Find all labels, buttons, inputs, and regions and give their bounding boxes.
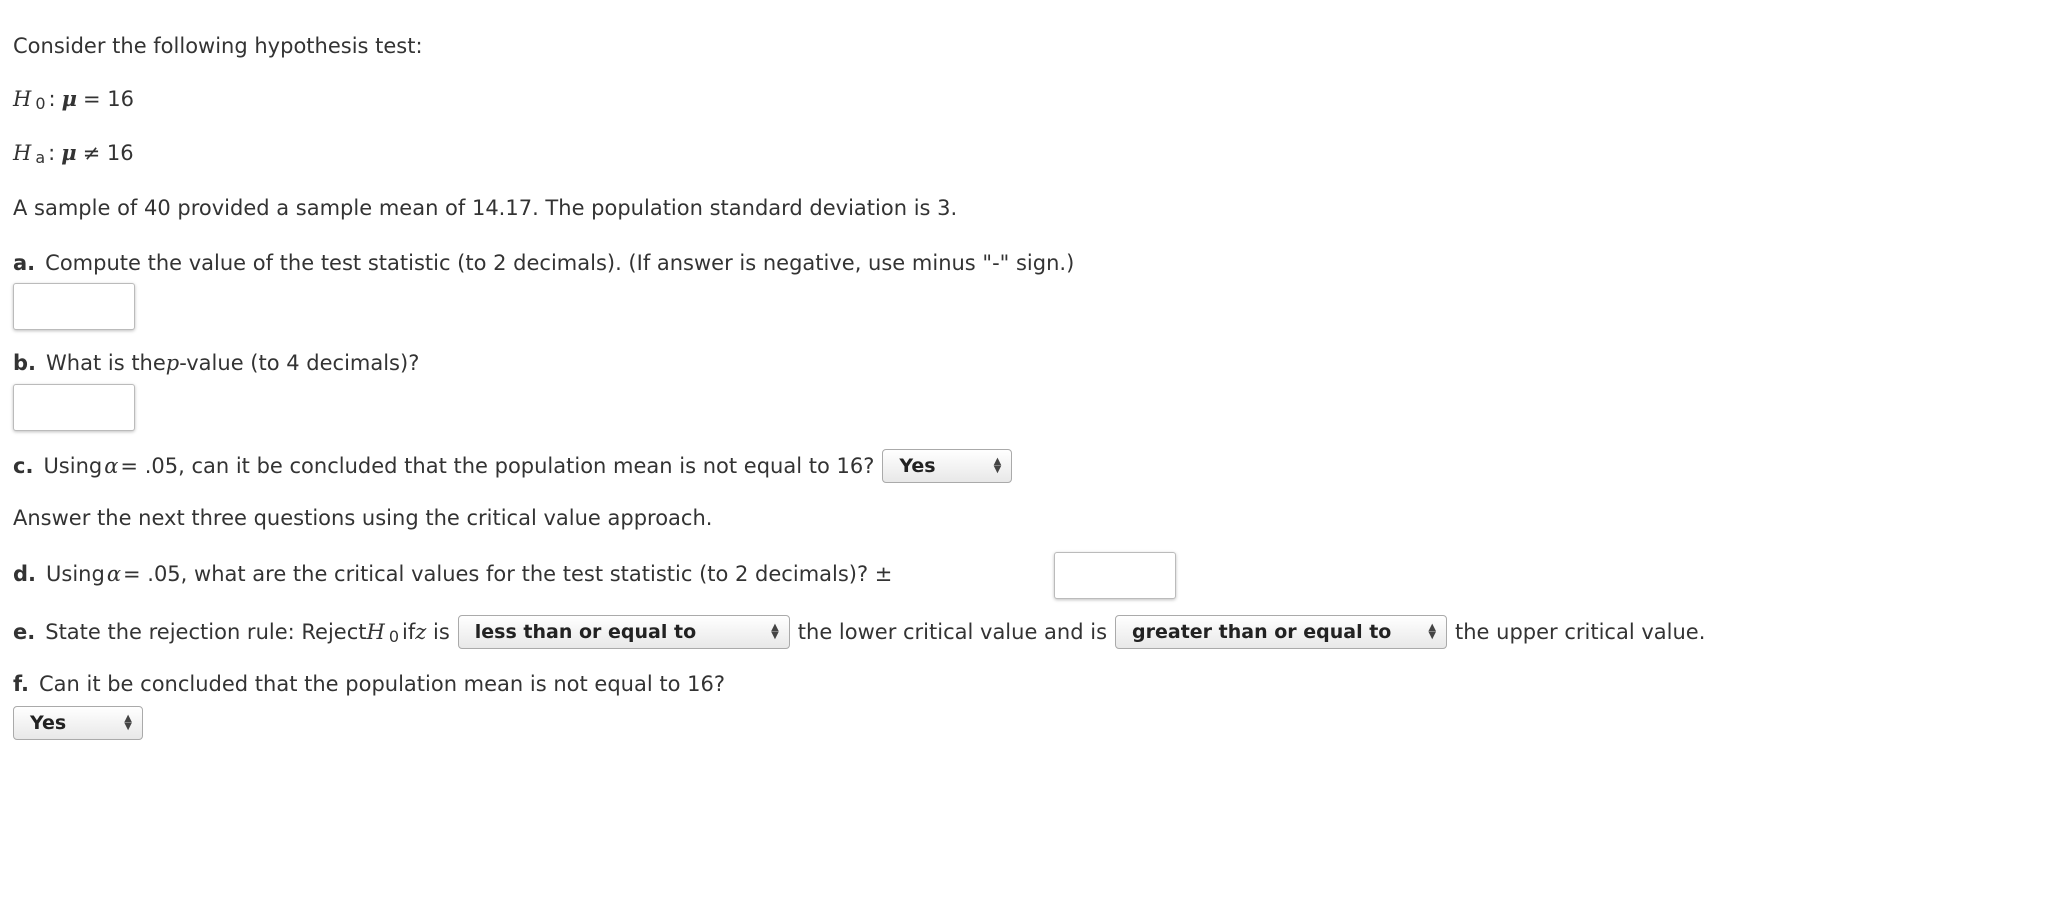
- question-label: d.: [13, 562, 37, 586]
- question-label: b.: [13, 351, 37, 375]
- z-symbol: z: [415, 620, 427, 644]
- question-text: = .05, what are the critical values for …: [123, 562, 893, 586]
- h-symbol: H: [13, 141, 32, 165]
- selected-value: greater than or equal to: [1132, 621, 1392, 643]
- selected-value: less than or equal to: [474, 621, 697, 643]
- conclusion-select-f-wrap: Yes ▲ ▼: [13, 706, 143, 740]
- subscript: a: [35, 148, 46, 167]
- test-statistic-input[interactable]: [13, 283, 135, 330]
- selected-value: Yes: [899, 455, 936, 477]
- question-text: -value (to 4 decimals)?: [179, 351, 420, 375]
- mu-symbol: μ: [61, 140, 77, 165]
- subscript: 0: [388, 627, 399, 646]
- alternative-hypothesis: Ha: μ ≠ 16: [13, 138, 134, 168]
- question-text: What is the: [46, 351, 166, 375]
- p-symbol: p: [165, 351, 180, 375]
- critical-approach-note: Answer the next three questions using th…: [13, 503, 712, 533]
- up-down-arrows-icon: ▲ ▼: [124, 713, 132, 732]
- question-text: = .05, can it be concluded that the popu…: [120, 454, 875, 478]
- question-text: Using: [43, 454, 103, 478]
- alpha-symbol: α: [106, 562, 121, 586]
- relation: = 16: [82, 87, 134, 111]
- question-text: is: [433, 620, 450, 644]
- question-label: a.: [13, 251, 36, 275]
- lower-rule-select[interactable]: less than or equal to ▲ ▼: [457, 615, 790, 649]
- question-text: Can it be concluded that the population …: [38, 672, 725, 696]
- up-down-arrows-icon: ▲ ▼: [993, 456, 1002, 475]
- h-symbol: H: [366, 620, 385, 644]
- sample-label: A sample of 40 provided a sample mean of…: [13, 196, 958, 220]
- question-c: c. Using α = .05, can it be concluded tha…: [13, 449, 1020, 483]
- note-label: Answer the next three questions using th…: [13, 506, 713, 530]
- p-value-input[interactable]: [13, 384, 135, 431]
- question-b: b. What is the p -value (to 4 decimals)?: [13, 348, 419, 378]
- intro-text: Consider the following hypothesis test:: [13, 31, 423, 61]
- selected-value: Yes: [30, 712, 67, 734]
- question-a: a. Compute the value of the test statisti…: [13, 248, 1074, 278]
- conclusion-select-f[interactable]: Yes ▲ ▼: [13, 706, 143, 740]
- h-symbol: H: [13, 87, 32, 111]
- intro-label: Consider the following hypothesis test:: [13, 34, 423, 58]
- question-text: Using: [46, 562, 105, 586]
- question-e: e. State the rejection rule: Reject H0 if…: [13, 615, 1705, 649]
- subscript: 0: [35, 94, 46, 113]
- question-text: the lower critical value and is: [797, 620, 1108, 644]
- up-down-arrows-icon: ▲ ▼: [771, 622, 779, 641]
- null-hypothesis: H 0: μ = 16: [13, 84, 134, 114]
- question-d: d. Using α = .05, what are the critical v…: [13, 559, 892, 589]
- upper-rule-select[interactable]: greater than or equal to ▲ ▼: [1115, 615, 1448, 649]
- up-down-arrows-icon: ▲ ▼: [1428, 622, 1437, 641]
- mu-symbol: μ: [61, 86, 77, 111]
- question-label: e.: [13, 620, 36, 644]
- critical-value-input[interactable]: [1054, 552, 1176, 599]
- relation: ≠ 16: [82, 141, 134, 165]
- conclusion-select-c[interactable]: Yes ▲ ▼: [882, 449, 1013, 483]
- alpha-symbol: α: [104, 454, 119, 478]
- question-text: the upper critical value.: [1455, 620, 1706, 644]
- question-text: Compute the value of the test statistic …: [45, 251, 1075, 275]
- question-label: c.: [13, 454, 34, 478]
- question-f: f. Can it be concluded that the populatio…: [13, 669, 725, 699]
- question-text: if: [402, 620, 416, 644]
- sample-text: A sample of 40 provided a sample mean of…: [13, 193, 957, 223]
- question-label: f.: [13, 672, 29, 696]
- colon: :: [48, 87, 56, 111]
- colon: :: [48, 141, 56, 165]
- question-text: State the rejection rule: Reject: [45, 620, 367, 644]
